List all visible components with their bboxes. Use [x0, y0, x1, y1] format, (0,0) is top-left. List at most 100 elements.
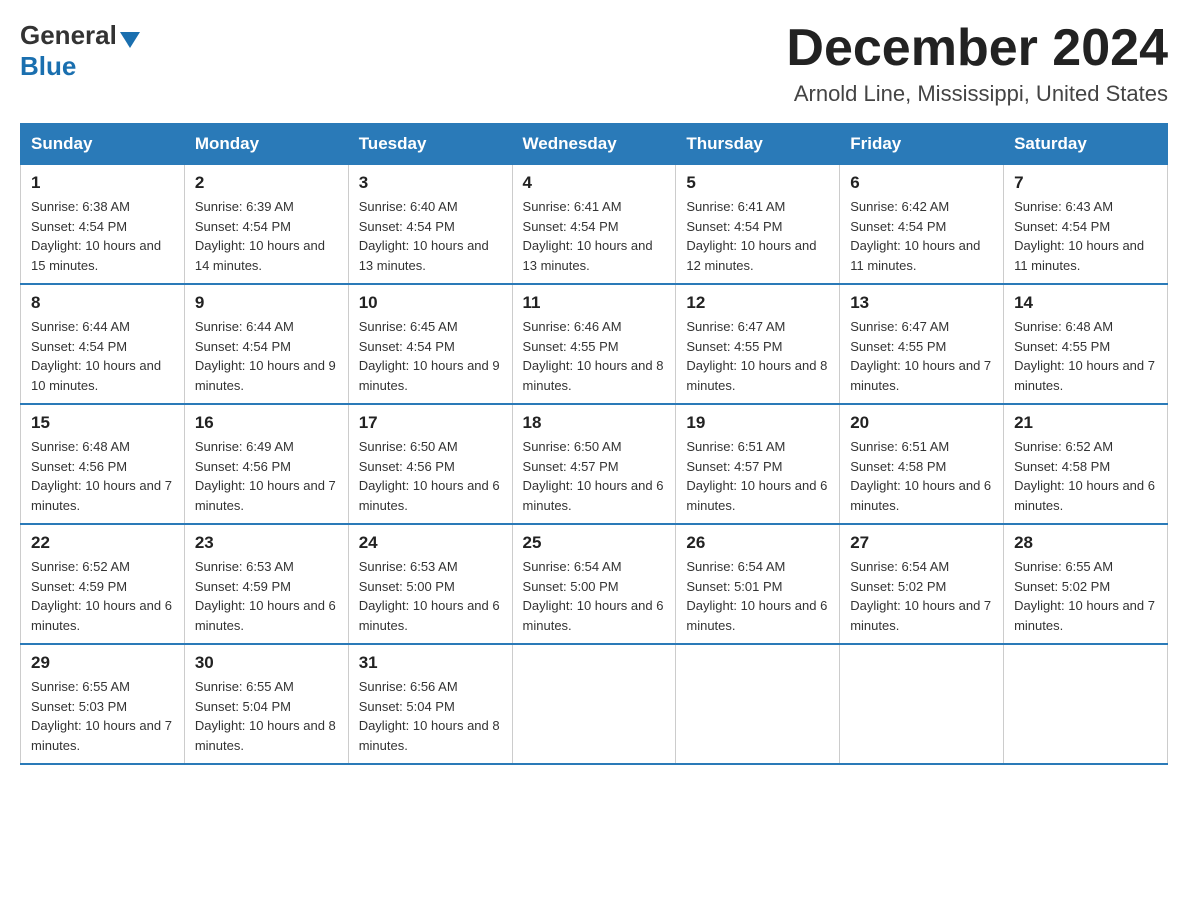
day-info: Sunrise: 6:55 AMSunset: 5:03 PMDaylight:… [31, 677, 174, 755]
calendar-day-header: Friday [840, 124, 1004, 165]
day-info: Sunrise: 6:53 AMSunset: 4:59 PMDaylight:… [195, 557, 338, 635]
day-number: 4 [523, 173, 666, 193]
day-info: Sunrise: 6:48 AMSunset: 4:56 PMDaylight:… [31, 437, 174, 515]
calendar-day-cell: 8 Sunrise: 6:44 AMSunset: 4:54 PMDaylight… [21, 284, 185, 404]
logo: General Blue [20, 20, 140, 82]
day-info: Sunrise: 6:55 AMSunset: 5:02 PMDaylight:… [1014, 557, 1157, 635]
day-info: Sunrise: 6:48 AMSunset: 4:55 PMDaylight:… [1014, 317, 1157, 395]
logo-blue-text: Blue [20, 51, 76, 81]
day-number: 14 [1014, 293, 1157, 313]
calendar-day-cell: 27 Sunrise: 6:54 AMSunset: 5:02 PMDayligh… [840, 524, 1004, 644]
calendar-day-cell: 6 Sunrise: 6:42 AMSunset: 4:54 PMDaylight… [840, 165, 1004, 285]
day-info: Sunrise: 6:51 AMSunset: 4:58 PMDaylight:… [850, 437, 993, 515]
calendar-header: SundayMondayTuesdayWednesdayThursdayFrid… [21, 124, 1168, 165]
calendar-day-cell [840, 644, 1004, 764]
calendar-week-row: 15Sunrise: 6:48 AMSunset: 4:56 PMDayligh… [21, 404, 1168, 524]
calendar-day-cell: 22Sunrise: 6:52 AMSunset: 4:59 PMDayligh… [21, 524, 185, 644]
day-number: 21 [1014, 413, 1157, 433]
page-title: December 2024 [786, 20, 1168, 77]
calendar-day-header: Tuesday [348, 124, 512, 165]
day-number: 10 [359, 293, 502, 313]
day-number: 6 [850, 173, 993, 193]
calendar-day-cell: 1Sunrise: 6:38 AMSunset: 4:54 PMDaylight… [21, 165, 185, 285]
day-info: Sunrise: 6:40 AMSunset: 4:54 PMDaylight:… [359, 197, 502, 275]
day-info: Sunrise: 6:46 AMSunset: 4:55 PMDaylight:… [523, 317, 666, 395]
calendar-week-row: 8 Sunrise: 6:44 AMSunset: 4:54 PMDaylight… [21, 284, 1168, 404]
calendar-day-header: Monday [184, 124, 348, 165]
day-info: Sunrise: 6:44 AMSunset: 4:54 PMDaylight:… [31, 317, 174, 395]
day-number: 11 [523, 293, 666, 313]
calendar-day-cell: 19Sunrise: 6:51 AMSunset: 4:57 PMDayligh… [676, 404, 840, 524]
day-number: 30 [195, 653, 338, 673]
day-info: Sunrise: 6:52 AMSunset: 4:59 PMDaylight:… [31, 557, 174, 635]
day-info: Sunrise: 6:54 AMSunset: 5:01 PMDaylight:… [686, 557, 829, 635]
logo-general-text: General [20, 20, 117, 51]
calendar-day-header: Wednesday [512, 124, 676, 165]
day-number: 27 [850, 533, 993, 553]
logo-triangle-icon [120, 32, 140, 48]
calendar-day-header: Sunday [21, 124, 185, 165]
calendar-week-row: 1Sunrise: 6:38 AMSunset: 4:54 PMDaylight… [21, 165, 1168, 285]
day-number: 7 [1014, 173, 1157, 193]
day-info: Sunrise: 6:50 AMSunset: 4:57 PMDaylight:… [523, 437, 666, 515]
day-number: 2 [195, 173, 338, 193]
day-info: Sunrise: 6:39 AMSunset: 4:54 PMDaylight:… [195, 197, 338, 275]
day-info: Sunrise: 6:38 AMSunset: 4:54 PMDaylight:… [31, 197, 174, 275]
day-number: 28 [1014, 533, 1157, 553]
day-info: Sunrise: 6:47 AMSunset: 4:55 PMDaylight:… [686, 317, 829, 395]
day-number: 25 [523, 533, 666, 553]
calendar-day-cell: 30 Sunrise: 6:55 AMSunset: 5:04 PMDayligh… [184, 644, 348, 764]
day-number: 20 [850, 413, 993, 433]
day-info: Sunrise: 6:49 AMSunset: 4:56 PMDaylight:… [195, 437, 338, 515]
day-number: 26 [686, 533, 829, 553]
calendar-day-cell: 5 Sunrise: 6:41 AMSunset: 4:54 PMDaylight… [676, 165, 840, 285]
calendar-day-cell: 15Sunrise: 6:48 AMSunset: 4:56 PMDayligh… [21, 404, 185, 524]
day-info: Sunrise: 6:47 AMSunset: 4:55 PMDaylight:… [850, 317, 993, 395]
calendar-day-cell: 12 Sunrise: 6:47 AMSunset: 4:55 PMDayligh… [676, 284, 840, 404]
day-number: 19 [686, 413, 829, 433]
day-info: Sunrise: 6:56 AMSunset: 5:04 PMDaylight:… [359, 677, 502, 755]
calendar-day-cell: 14 Sunrise: 6:48 AMSunset: 4:55 PMDayligh… [1004, 284, 1168, 404]
day-number: 23 [195, 533, 338, 553]
calendar-day-cell: 29Sunrise: 6:55 AMSunset: 5:03 PMDayligh… [21, 644, 185, 764]
calendar-day-cell: 16Sunrise: 6:49 AMSunset: 4:56 PMDayligh… [184, 404, 348, 524]
calendar-day-cell: 9Sunrise: 6:44 AMSunset: 4:54 PMDaylight… [184, 284, 348, 404]
day-info: Sunrise: 6:55 AMSunset: 5:04 PMDaylight:… [195, 677, 338, 755]
calendar-day-cell: 23 Sunrise: 6:53 AMSunset: 4:59 PMDayligh… [184, 524, 348, 644]
calendar-header-row: SundayMondayTuesdayWednesdayThursdayFrid… [21, 124, 1168, 165]
day-info: Sunrise: 6:54 AMSunset: 5:02 PMDaylight:… [850, 557, 993, 635]
day-info: Sunrise: 6:42 AMSunset: 4:54 PMDaylight:… [850, 197, 993, 275]
day-number: 12 [686, 293, 829, 313]
calendar-day-header: Thursday [676, 124, 840, 165]
calendar-week-row: 29Sunrise: 6:55 AMSunset: 5:03 PMDayligh… [21, 644, 1168, 764]
day-number: 31 [359, 653, 502, 673]
day-number: 5 [686, 173, 829, 193]
day-number: 17 [359, 413, 502, 433]
calendar-day-cell: 31 Sunrise: 6:56 AMSunset: 5:04 PMDayligh… [348, 644, 512, 764]
day-number: 24 [359, 533, 502, 553]
calendar-table: SundayMondayTuesdayWednesdayThursdayFrid… [20, 123, 1168, 765]
calendar-day-cell: 13 Sunrise: 6:47 AMSunset: 4:55 PMDayligh… [840, 284, 1004, 404]
day-number: 13 [850, 293, 993, 313]
calendar-day-cell [512, 644, 676, 764]
day-number: 18 [523, 413, 666, 433]
calendar-day-cell: 2 Sunrise: 6:39 AMSunset: 4:54 PMDaylight… [184, 165, 348, 285]
calendar-body: 1Sunrise: 6:38 AMSunset: 4:54 PMDaylight… [21, 165, 1168, 765]
calendar-day-header: Saturday [1004, 124, 1168, 165]
day-info: Sunrise: 6:52 AMSunset: 4:58 PMDaylight:… [1014, 437, 1157, 515]
day-info: Sunrise: 6:45 AMSunset: 4:54 PMDaylight:… [359, 317, 502, 395]
calendar-day-cell: 10 Sunrise: 6:45 AMSunset: 4:54 PMDayligh… [348, 284, 512, 404]
calendar-week-row: 22Sunrise: 6:52 AMSunset: 4:59 PMDayligh… [21, 524, 1168, 644]
day-number: 3 [359, 173, 502, 193]
calendar-day-cell: 3 Sunrise: 6:40 AMSunset: 4:54 PMDaylight… [348, 165, 512, 285]
day-info: Sunrise: 6:41 AMSunset: 4:54 PMDaylight:… [686, 197, 829, 275]
calendar-day-cell: 26 Sunrise: 6:54 AMSunset: 5:01 PMDayligh… [676, 524, 840, 644]
day-number: 8 [31, 293, 174, 313]
title-area: December 2024 Arnold Line, Mississippi, … [786, 20, 1168, 107]
calendar-day-cell: 4Sunrise: 6:41 AMSunset: 4:54 PMDaylight… [512, 165, 676, 285]
calendar-day-cell: 28 Sunrise: 6:55 AMSunset: 5:02 PMDayligh… [1004, 524, 1168, 644]
day-number: 9 [195, 293, 338, 313]
day-info: Sunrise: 6:50 AMSunset: 4:56 PMDaylight:… [359, 437, 502, 515]
day-info: Sunrise: 6:53 AMSunset: 5:00 PMDaylight:… [359, 557, 502, 635]
calendar-day-cell: 7Sunrise: 6:43 AMSunset: 4:54 PMDaylight… [1004, 165, 1168, 285]
